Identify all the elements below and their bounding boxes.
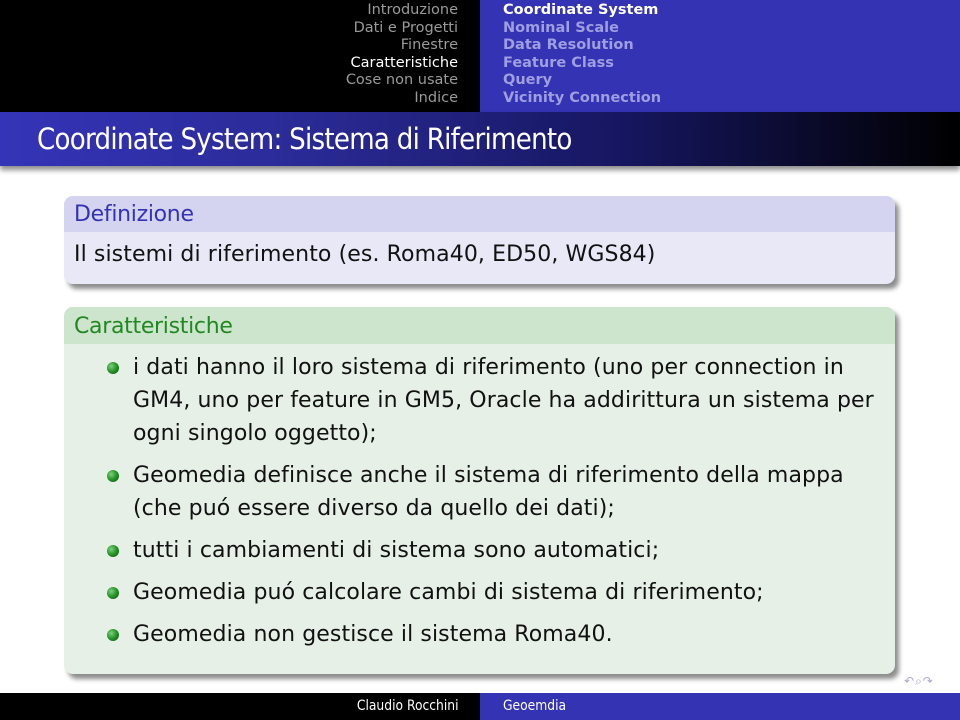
definition-block-body: Il sistemi di riferimento (es. Roma40, E… <box>74 242 656 267</box>
footer-author: Claudio Rocchini <box>356 698 458 714</box>
list-item: Geomedia puó calcolare cambi di sistema … <box>64 576 895 609</box>
list-item-text: Geomedia puó calcolare cambi di sistema … <box>133 580 764 605</box>
nav-subsection-data-resolution[interactable]: Data Resolution <box>503 37 960 55</box>
nav-section-caratteristiche[interactable]: Caratteristiche <box>0 55 459 73</box>
list-item-text: Geomedia definisce anche il sistema di r… <box>133 463 844 521</box>
forward-icon[interactable]: ↷ <box>923 674 933 688</box>
slide-title-bar: Coordinate System: Sistema di Riferiment… <box>0 112 960 166</box>
characteristics-block-body: i dati hanno il loro sistema di riferime… <box>64 344 895 651</box>
bullet-icon <box>107 362 119 374</box>
nav-section-cose-non-usate[interactable]: Cose non usate <box>0 72 458 90</box>
definition-block: Definizione Il sistemi di riferimento (e… <box>64 196 895 284</box>
characteristics-block-title: Caratteristiche <box>64 307 895 344</box>
characteristics-block: Caratteristiche i dati hanno il loro sis… <box>64 307 895 674</box>
nav-subsection-nominal-scale[interactable]: Nominal Scale <box>503 20 960 38</box>
nav-section-introduzione[interactable]: Introduzione <box>0 2 458 20</box>
footer: Claudio Rocchini Geoemdia <box>0 693 960 720</box>
nav-section-indice[interactable]: Indice <box>0 90 458 108</box>
list-item: Geomedia non gestisce il sistema Roma40. <box>64 618 895 651</box>
bullet-icon <box>107 629 119 641</box>
list-item: Geomedia definisce anche il sistema di r… <box>64 459 895 525</box>
nav-subsection-query[interactable]: Query <box>503 72 960 90</box>
nav-subsection-vicinity-connection[interactable]: Vicinity Connection <box>503 90 960 108</box>
nav-subsection-feature-class[interactable]: Feature Class <box>503 55 960 73</box>
footer-author-area: Claudio Rocchini <box>0 693 480 720</box>
slide-title: Coordinate System: Sistema di Riferiment… <box>37 122 572 156</box>
list-item-text: Geomedia non gestisce il sistema Roma40. <box>133 622 613 647</box>
back-icon[interactable]: ↶ <box>904 674 914 688</box>
section-nav: Introduzione Dati e Progetti Finestre Ca… <box>0 0 480 112</box>
footer-title-area: Geoemdia <box>480 693 960 720</box>
beamer-navigation-symbols: ↶ ⌕ ↷ <box>904 674 933 688</box>
nav-section-dati-e-progetti[interactable]: Dati e Progetti <box>0 20 458 38</box>
list-item-text: i dati hanno il loro sistema di riferime… <box>133 355 874 446</box>
characteristics-list: i dati hanno il loro sistema di riferime… <box>64 351 895 651</box>
list-item: i dati hanno il loro sistema di riferime… <box>64 351 895 450</box>
bullet-icon <box>107 545 119 557</box>
nav-section-finestre[interactable]: Finestre <box>0 37 458 55</box>
list-item: tutti i cambiamenti di sistema sono auto… <box>64 534 895 567</box>
footer-short-title: Geoemdia <box>503 698 567 714</box>
nav-subsection-coordinate-system[interactable]: Coordinate System <box>503 2 960 20</box>
bullet-icon <box>107 587 119 599</box>
list-item-text: tutti i cambiamenti di sistema sono auto… <box>133 538 660 563</box>
header-navigation: Introduzione Dati e Progetti Finestre Ca… <box>0 0 960 112</box>
search-icon[interactable]: ⌕ <box>915 674 922 688</box>
bullet-icon <box>107 470 119 482</box>
subsection-nav: Coordinate System Nominal Scale Data Res… <box>480 0 960 112</box>
definition-block-title: Definizione <box>64 196 895 232</box>
